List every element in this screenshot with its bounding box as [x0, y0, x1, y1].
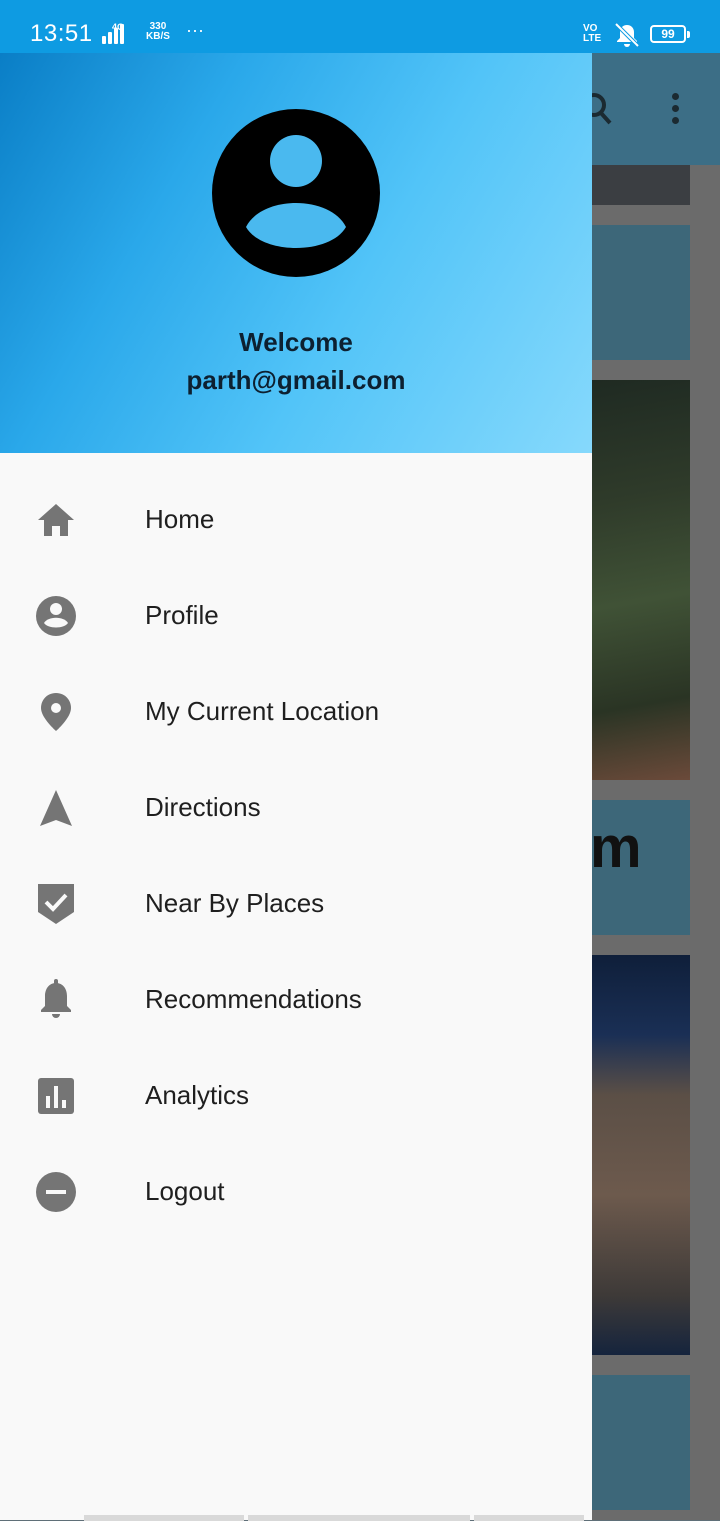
- background-card: [592, 165, 690, 205]
- menu-item-recommendations[interactable]: Recommendations: [0, 950, 592, 1046]
- menu-item-label: Logout: [145, 1176, 225, 1206]
- drawer-header: Welcome parth@gmail.com: [0, 53, 592, 453]
- menu-item-label: Directions: [145, 792, 261, 822]
- location-pin-icon: [34, 690, 78, 734]
- menu-item-label: My Current Location: [145, 696, 380, 726]
- menu-item-near-by-places[interactable]: Near By Places: [0, 854, 592, 950]
- drawer-menu: Home Profile My Current Location Directi…: [0, 470, 592, 1238]
- menu-item-label: Near By Places: [145, 888, 325, 918]
- bell-icon: [34, 978, 78, 1022]
- menu-item-profile[interactable]: Profile: [0, 566, 592, 662]
- menu-item-my-current-location[interactable]: My Current Location: [0, 662, 592, 758]
- background-card: [592, 225, 690, 360]
- status-time: 13:51: [30, 20, 93, 47]
- menu-item-analytics[interactable]: Analytics: [0, 1046, 592, 1142]
- status-bar: 13:51 4G 330 KB/S ··· VO LTE 99: [0, 0, 720, 53]
- navigation-drawer: Welcome parth@gmail.com Home Profile My …: [0, 53, 592, 1521]
- navigation-arrow-icon: [34, 786, 78, 830]
- menu-item-label: Home: [145, 504, 215, 534]
- volte-indicator: VO LTE: [583, 24, 601, 44]
- background-toolbar: [582, 53, 720, 165]
- menu-item-home[interactable]: Home: [0, 470, 592, 566]
- menu-item-label: Analytics: [145, 1080, 250, 1110]
- overflow-menu-icon: [672, 93, 680, 129]
- background-app: m: [582, 53, 720, 1520]
- network-speed: 330 KB/S: [146, 22, 170, 42]
- menu-item-directions[interactable]: Directions: [0, 758, 592, 854]
- menu-item-label: Profile: [145, 600, 219, 630]
- minus-circle-icon: [34, 1170, 78, 1214]
- verified-shield-icon: [34, 882, 78, 926]
- bar-chart-icon: [34, 1074, 78, 1118]
- card-text-fragment: m: [590, 815, 642, 880]
- battery-icon: 99: [650, 25, 690, 43]
- volte-sub-label: LTE: [583, 33, 602, 44]
- menu-item-logout[interactable]: Logout: [0, 1142, 592, 1238]
- bottom-tab-hint: [84, 1515, 584, 1521]
- account-circle-icon: [34, 594, 78, 638]
- background-image-card: [592, 380, 690, 780]
- background-card: m: [590, 800, 690, 935]
- mute-icon: [612, 22, 642, 53]
- network-type: 4G: [112, 22, 125, 32]
- home-icon: [34, 498, 78, 542]
- menu-item-label: Recommendations: [145, 984, 362, 1014]
- more-notifications-icon: ···: [186, 20, 204, 40]
- background-image-card: [592, 955, 690, 1355]
- background-card: [592, 1375, 690, 1510]
- network-speed-unit: KB/S: [146, 31, 170, 42]
- welcome-text: Welcome: [239, 327, 353, 357]
- user-email: parth@gmail.com: [186, 365, 406, 395]
- avatar-icon: [212, 109, 380, 277]
